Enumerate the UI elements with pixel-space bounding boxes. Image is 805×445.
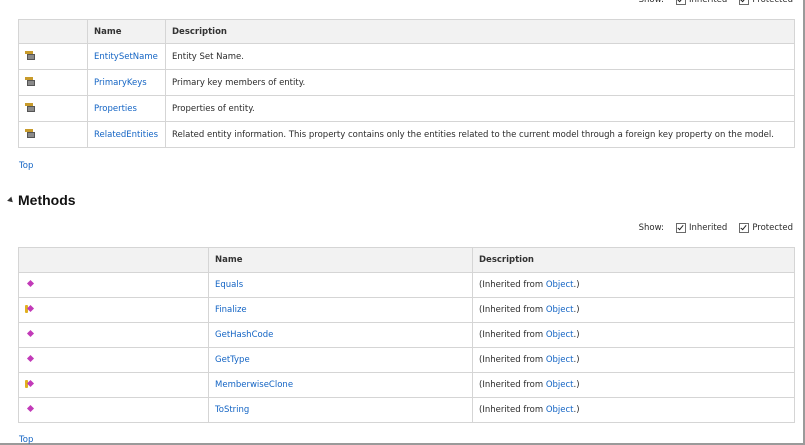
description-cell: Entity Set Name. — [165, 43, 795, 70]
icon-cell — [18, 95, 88, 122]
properties-header-row: Name Description — [18, 19, 795, 44]
icon-cell — [18, 372, 209, 398]
public-method-icon — [25, 354, 35, 363]
methods-table: Name Description Equals (Inherited from … — [18, 247, 795, 423]
property-icon — [25, 50, 35, 60]
property-icon — [25, 128, 35, 138]
description-cell: (Inherited from Object.) — [472, 372, 795, 398]
description-cell: (Inherited from Object.) — [472, 322, 795, 348]
header-name-col: Name — [87, 19, 166, 44]
icon-cell — [18, 121, 88, 148]
description-cell: Related entity information. This propert… — [165, 121, 795, 148]
method-link-memberwiseclone[interactable]: MemberwiseClone — [215, 380, 293, 390]
protected-label: Protected — [752, 223, 793, 233]
header-description-col: Description — [472, 247, 795, 273]
method-link-equals[interactable]: Equals — [215, 280, 243, 290]
icon-cell — [18, 322, 209, 348]
table-row: Properties Properties of entity. — [18, 95, 795, 122]
icon-cell — [18, 297, 209, 323]
inherited-checkbox[interactable]: Inherited — [675, 0, 728, 5]
methods-section-heading[interactable]: Methods — [7, 192, 76, 208]
description-cell: (Inherited from Object.) — [472, 297, 795, 323]
properties-table: Name Description EntitySetName Entity Se… — [18, 19, 795, 148]
public-method-icon — [25, 404, 35, 413]
icon-cell — [18, 347, 209, 373]
inherited-checkbox[interactable]: Inherited — [675, 223, 728, 233]
header-name-col: Name — [208, 247, 473, 273]
property-link-properties[interactable]: Properties — [94, 104, 137, 114]
protected-method-icon — [25, 304, 35, 313]
property-link-entitysetname[interactable]: EntitySetName — [94, 52, 158, 62]
property-link-primarykeys[interactable]: PrimaryKeys — [94, 78, 147, 88]
protected-label: Protected — [752, 0, 793, 5]
checkbox-checked-icon — [739, 0, 750, 5]
object-link[interactable]: Object — [546, 280, 574, 290]
object-link[interactable]: Object — [546, 330, 574, 340]
top-link[interactable]: Top — [19, 161, 33, 171]
protected-checkbox[interactable]: Protected — [739, 0, 793, 5]
object-link[interactable]: Object — [546, 355, 574, 365]
public-method-icon — [25, 329, 35, 338]
icon-cell — [18, 43, 88, 70]
checkbox-checked-icon — [675, 223, 686, 233]
show-label: Show: — [638, 223, 664, 233]
property-icon — [25, 76, 35, 86]
property-link-relatedentities[interactable]: RelatedEntities — [94, 130, 158, 140]
description-cell: (Inherited from Object.) — [472, 272, 795, 298]
object-link[interactable]: Object — [546, 405, 574, 415]
icon-cell — [18, 69, 88, 96]
method-link-gettype[interactable]: GetType — [215, 355, 250, 365]
methods-show-bar: Show: Inherited Protected — [639, 223, 793, 233]
description-cell: (Inherited from Object.) — [472, 347, 795, 373]
top-link-bottom[interactable]: Top — [19, 435, 33, 445]
inherited-label: Inherited — [688, 0, 728, 5]
protected-method-icon — [25, 379, 35, 388]
method-link-finalize[interactable]: Finalize — [215, 305, 247, 315]
checkbox-checked-icon — [739, 223, 750, 233]
methods-heading-text: Methods — [18, 192, 76, 208]
description-cell: Properties of entity. — [165, 95, 795, 122]
table-row: EntitySetName Entity Set Name. — [18, 43, 795, 70]
table-row: ToString (Inherited from Object.) — [18, 397, 795, 423]
object-link[interactable]: Object — [546, 305, 574, 315]
table-row: MemberwiseClone (Inherited from Object.) — [18, 372, 795, 398]
public-method-icon — [25, 279, 35, 288]
icon-cell — [18, 397, 209, 423]
methods-header-row: Name Description — [18, 247, 795, 273]
table-row: Finalize (Inherited from Object.) — [18, 297, 795, 323]
description-cell: (Inherited from Object.) — [472, 397, 795, 423]
header-icon-col — [18, 19, 88, 44]
collapse-triangle-icon — [7, 196, 15, 204]
properties-show-bar: Show: Inherited Protected — [639, 0, 793, 5]
table-row: RelatedEntities Related entity informati… — [18, 121, 795, 148]
method-link-gethashcode[interactable]: GetHashCode — [215, 330, 273, 340]
property-icon — [25, 102, 35, 112]
icon-cell — [18, 272, 209, 298]
show-label: Show: — [638, 0, 664, 5]
description-cell: Primary key members of entity. — [165, 69, 795, 96]
header-icon-col — [18, 247, 209, 273]
method-link-tostring[interactable]: ToString — [215, 405, 249, 415]
header-description-col: Description — [165, 19, 795, 44]
table-row: Equals (Inherited from Object.) — [18, 272, 795, 298]
inherited-label: Inherited — [688, 223, 728, 233]
table-row: GetType (Inherited from Object.) — [18, 347, 795, 373]
checkbox-checked-icon — [675, 0, 686, 5]
table-row: PrimaryKeys Primary key members of entit… — [18, 69, 795, 96]
table-row: GetHashCode (Inherited from Object.) — [18, 322, 795, 348]
protected-checkbox[interactable]: Protected — [739, 223, 793, 233]
object-link[interactable]: Object — [546, 380, 574, 390]
